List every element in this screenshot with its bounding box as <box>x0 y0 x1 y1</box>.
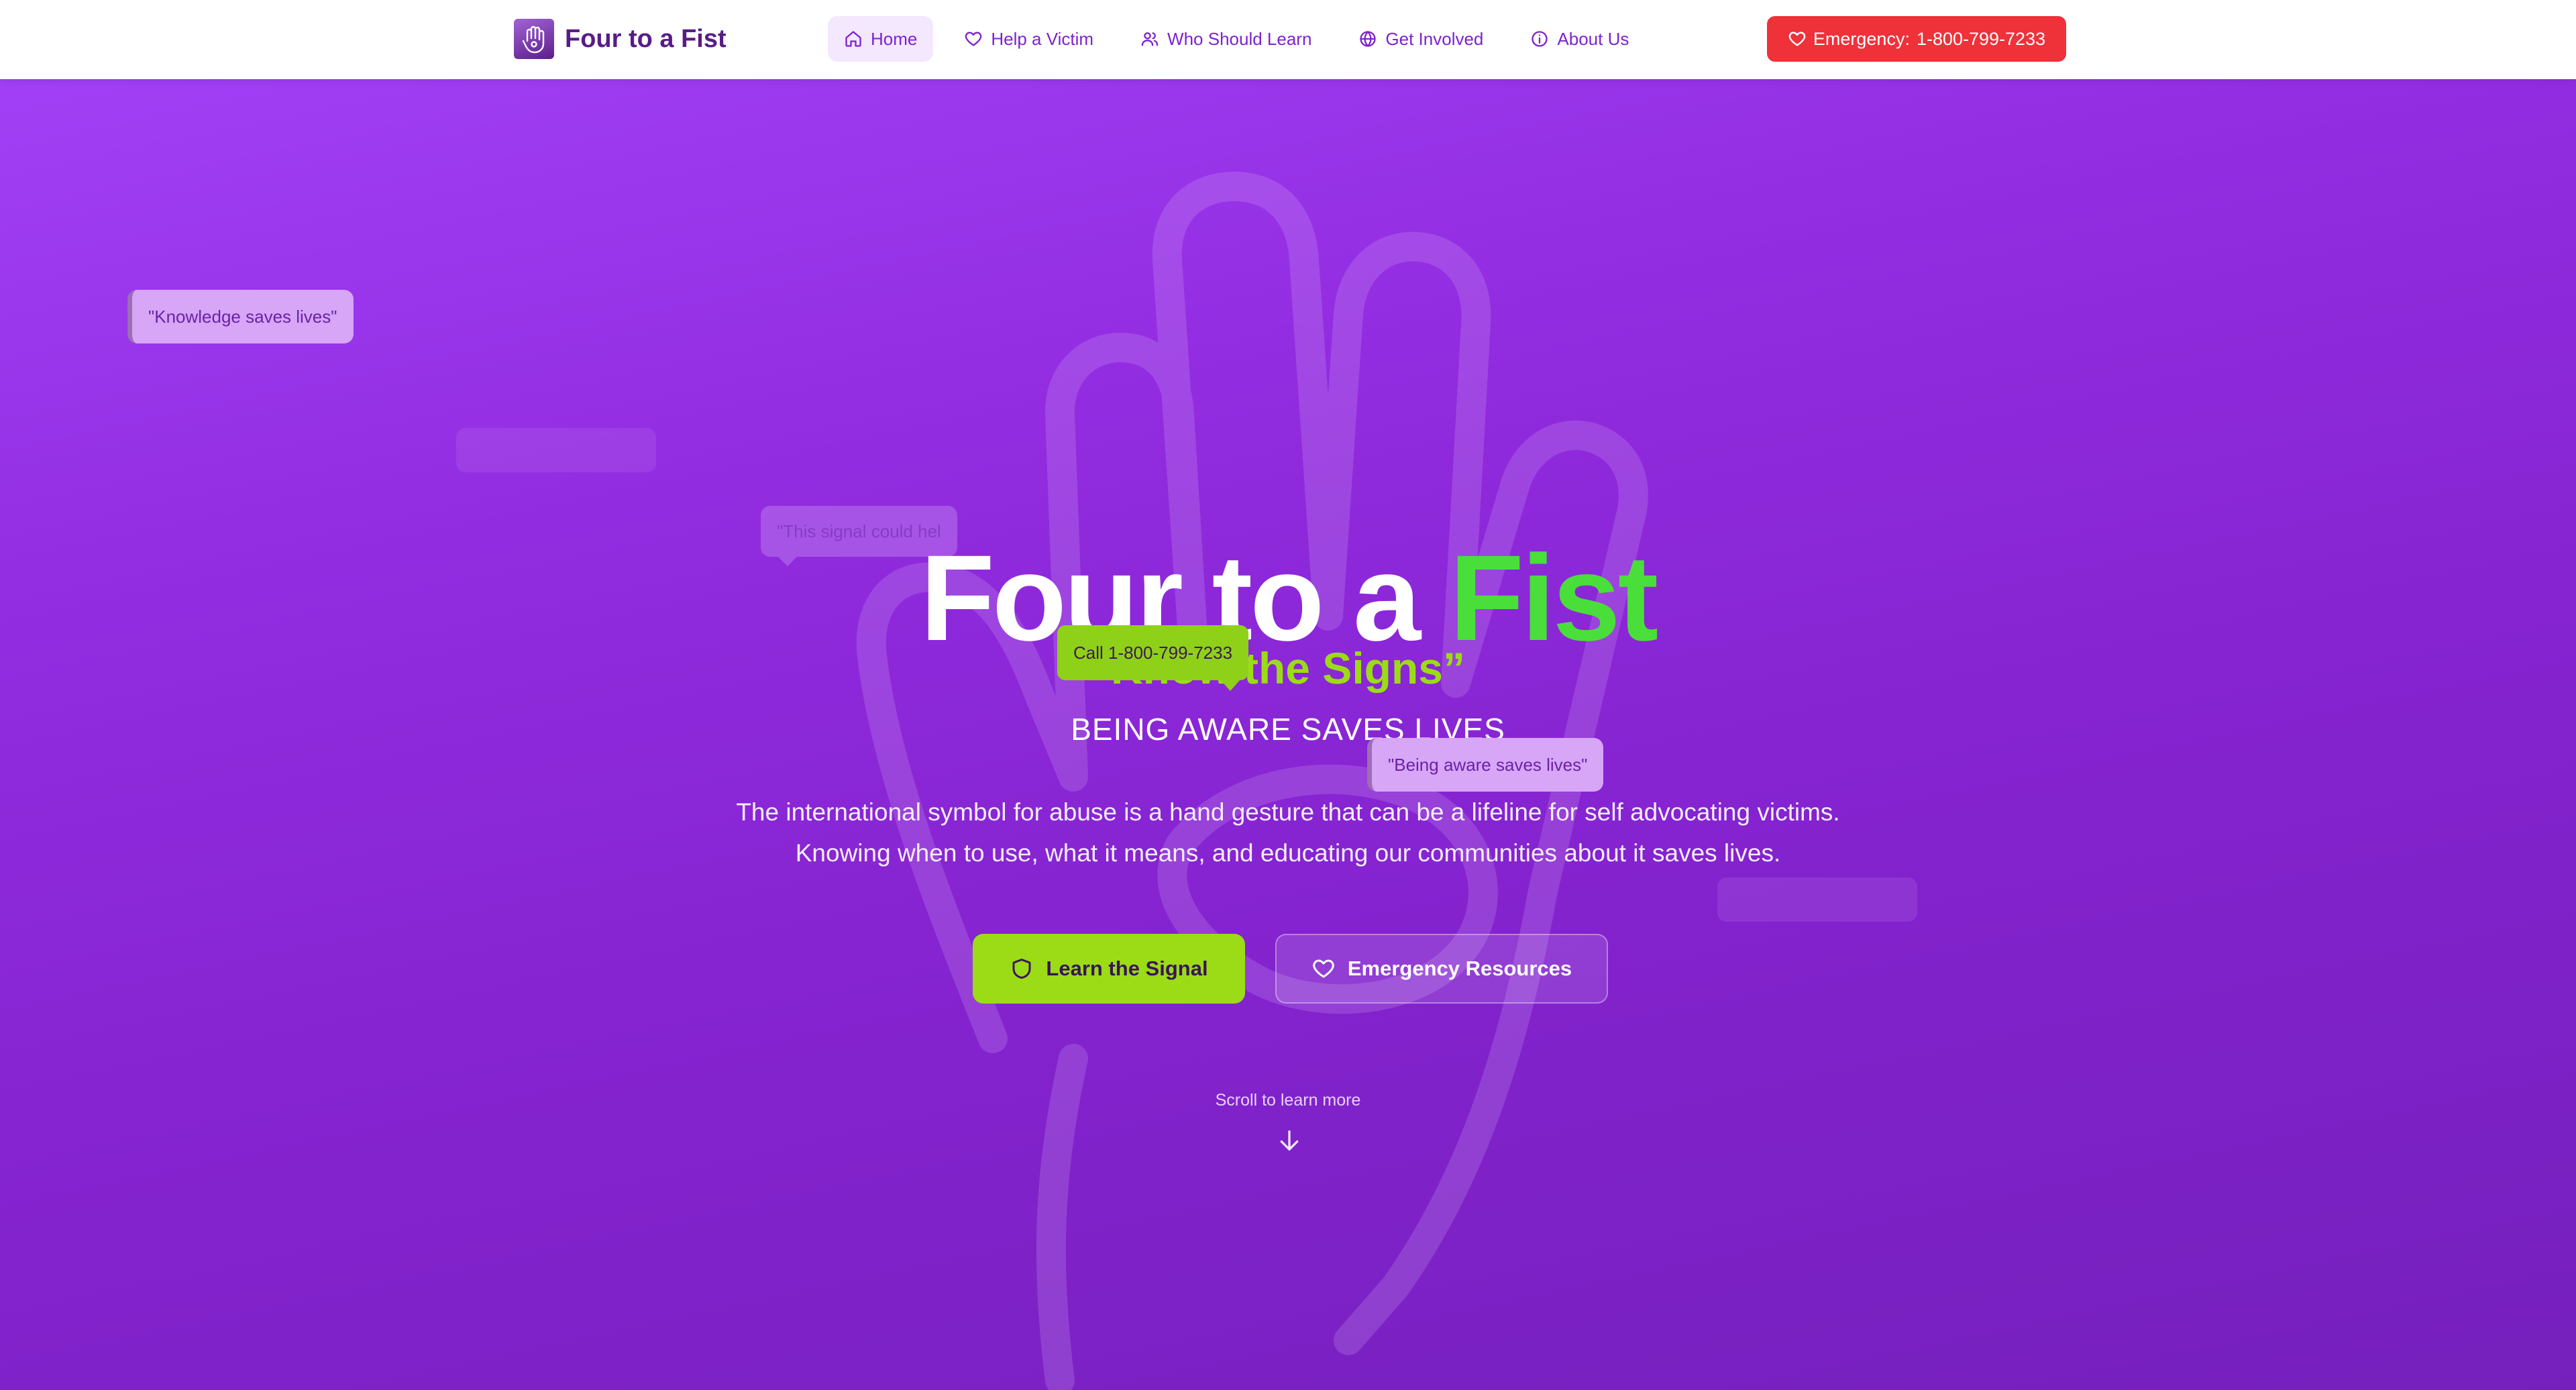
nav-item-label: About Us <box>1557 28 1629 49</box>
emergency-number: 1-800-799-7233 <box>1916 28 2046 49</box>
nav-item-label: Home <box>871 28 918 49</box>
top-navigation: Four to a Fist Home Help a Victim Who Sh… <box>0 0 2576 79</box>
button-label: Emergency Resources <box>1347 957 1572 980</box>
hero-subheading: BEING AWARE SAVES LIVES <box>1071 712 1505 747</box>
hero-title: Four to a Fist <box>920 529 1659 666</box>
nav-item-about-us[interactable]: About Us <box>1514 16 1645 62</box>
quote-text: "Being aware saves lives" <box>1388 754 1588 775</box>
heart-icon <box>965 32 982 46</box>
scroll-hint: Scroll to learn more <box>1215 1091 1361 1110</box>
nav-item-help-a-victim[interactable]: Help a Victim <box>948 16 1110 62</box>
quote-text: "Knowledge saves lives" <box>148 306 337 327</box>
quote-bubble-faded <box>1717 877 1917 922</box>
globe-icon <box>1360 31 1377 47</box>
nav-item-home[interactable]: Home <box>828 16 934 62</box>
emergency-resources-button[interactable]: Emergency Resources <box>1275 934 1608 1004</box>
button-label: Learn the Signal <box>1046 957 1208 980</box>
heart-icon <box>1313 959 1334 978</box>
nav-item-who-should-learn[interactable]: Who Should Learn <box>1124 16 1328 62</box>
hotline-bubble: Call 1-800-799-7233 <box>1057 625 1249 680</box>
hero-description: The international symbol for abuse is a … <box>0 792 2576 873</box>
nav-item-label: Get Involved <box>1385 28 1484 49</box>
emergency-hotline-button[interactable]: Emergency: 1-800-799-7233 <box>1767 16 2066 62</box>
nav-item-label: Help a Victim <box>991 28 1094 49</box>
users-icon <box>1141 32 1159 46</box>
emergency-label: Emergency: <box>1813 28 1910 49</box>
nav-item-get-involved[interactable]: Get Involved <box>1342 16 1499 62</box>
quote-bubble-aware: "Being aware saves lives" <box>1367 738 1604 792</box>
arrow-down-icon[interactable] <box>1276 1127 1303 1154</box>
nav-links: Home Help a Victim Who Should Learn Get … <box>828 16 1645 62</box>
hotline-text: Call 1-800-799-7233 <box>1073 642 1233 663</box>
bubble-tail <box>1221 680 1240 691</box>
learn-the-signal-button[interactable]: Learn the Signal <box>973 934 1245 1004</box>
hand-logo-icon <box>514 19 554 59</box>
shield-icon <box>1012 959 1031 979</box>
hero-tagline: Know the Signs” <box>1111 643 1465 693</box>
open-hand-icon <box>856 172 1648 1390</box>
nav-item-label: Who Should Learn <box>1167 28 1312 49</box>
quote-bubble-faded <box>456 428 656 472</box>
hero-section: "Knowledge saves lives" "This signal cou… <box>0 79 2576 1390</box>
brand[interactable]: Four to a Fist <box>514 19 727 59</box>
quote-bubble-knowledge: "Knowledge saves lives" <box>127 290 354 343</box>
info-icon <box>1532 31 1548 47</box>
home-icon <box>845 31 861 47</box>
brand-name: Four to a Fist <box>565 24 727 53</box>
heart-icon <box>1788 32 1806 46</box>
description-line: The international symbol for abuse is a … <box>736 798 1840 826</box>
description-line: Knowing when to use, what it means, and … <box>795 839 1781 867</box>
